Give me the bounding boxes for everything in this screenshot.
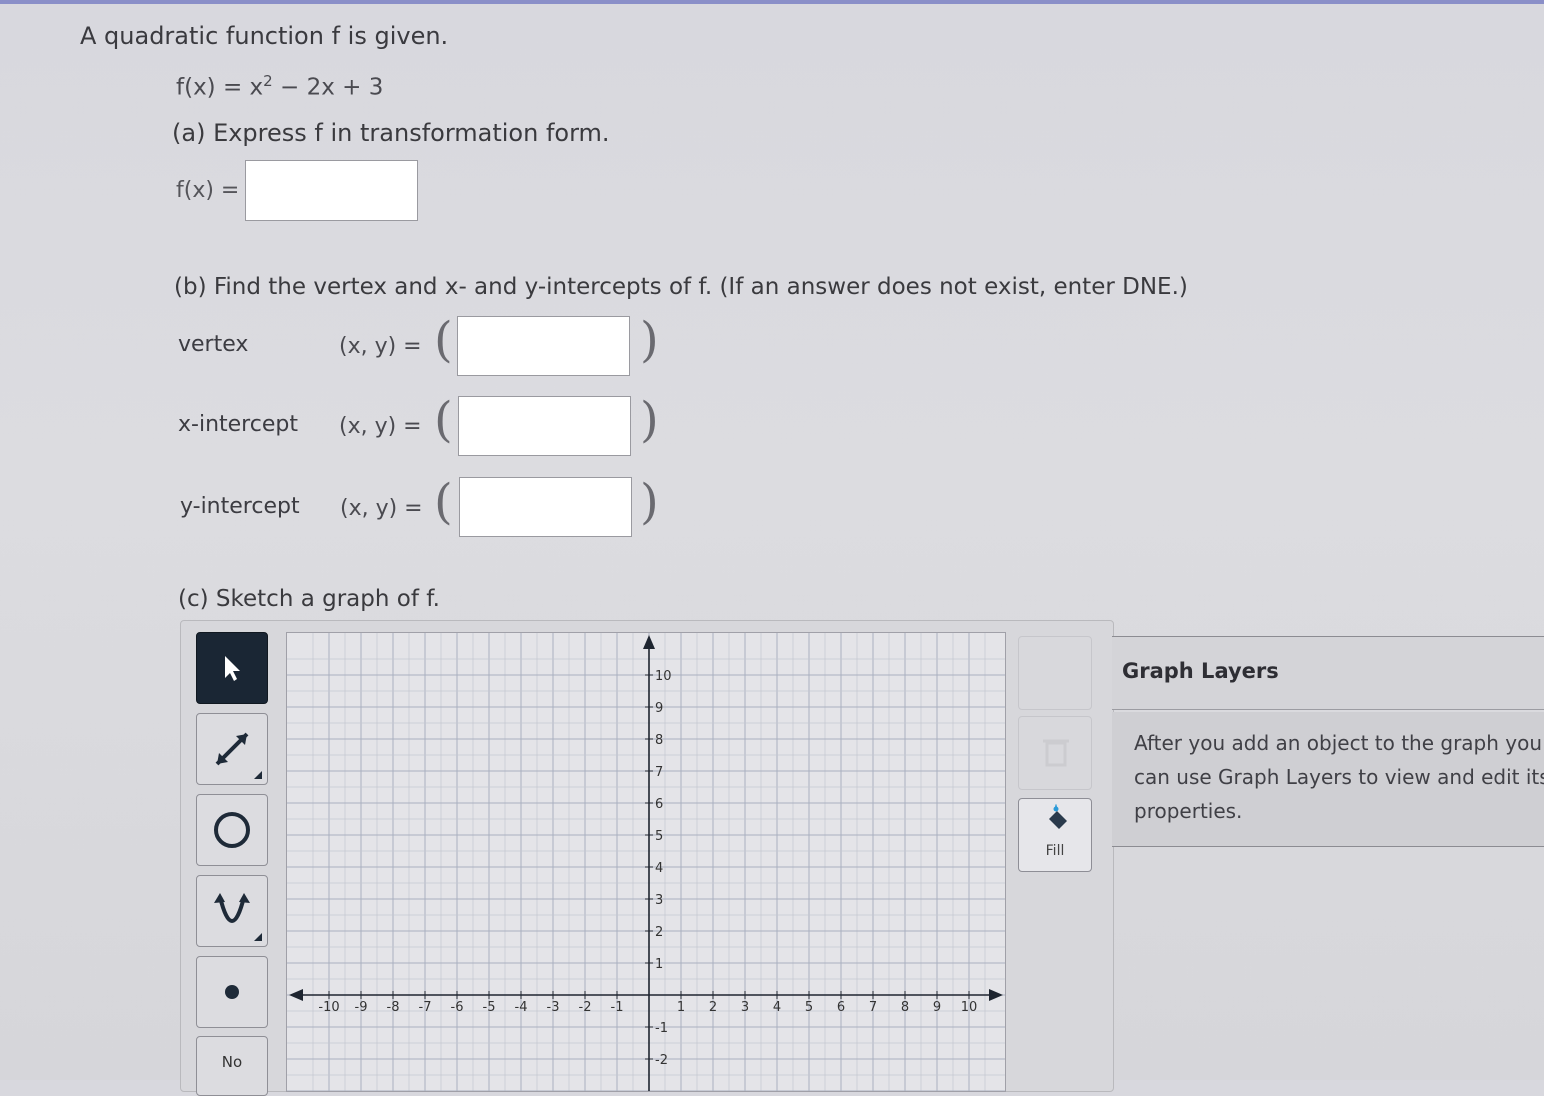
y-tick-label: 5: [655, 829, 663, 844]
y-axis-top-arrow: [643, 635, 655, 649]
x-tick-label: -6: [451, 1000, 464, 1015]
x-tick-label: 10: [961, 1000, 978, 1015]
x-tick-label: -2: [579, 1000, 592, 1015]
x-tick-label: -3: [547, 1000, 560, 1015]
x-tick-label: -7: [419, 1000, 432, 1015]
x-intercept-close-paren: ): [640, 392, 659, 448]
tool-options-corner-icon: [254, 933, 262, 941]
delete-button: [1018, 716, 1092, 790]
paint-bucket-icon: [1049, 804, 1067, 829]
y-tick-label: 6: [655, 797, 663, 812]
x-tick-label: 8: [901, 1000, 909, 1015]
x-tick-label: -9: [355, 1000, 368, 1015]
transformation-form-input[interactable]: [245, 160, 418, 221]
y-tick-label: 7: [655, 765, 663, 780]
arrow-pointer-icon: [225, 656, 240, 681]
function-definition: f(x) = x2 − 2x + 3: [176, 72, 383, 101]
x-intercept-input[interactable]: [458, 396, 631, 456]
graph-plot-area[interactable]: -10 -9 -8 -7 -6 -5 -4 -3 -2 -1 1 2 3 4 5 6 7 8 9 10 10 9 8 7 6 5 4…: [286, 632, 1006, 1092]
y-tick-label: 8: [655, 733, 663, 748]
x-tick-label: -8: [387, 1000, 400, 1015]
x-tick-label: -10: [318, 1000, 339, 1015]
fill-button[interactable]: Fill: [1018, 798, 1092, 872]
y-tick-label: 9: [655, 701, 663, 716]
graph-layers-panel: After you add an object to the graph you…: [1112, 712, 1544, 847]
vertex-xy-label: (x, y) =: [339, 334, 422, 359]
y-intercept-xy-label: (x, y) =: [340, 496, 423, 521]
part-a-label: f(x) =: [176, 178, 240, 203]
point-icon: [225, 985, 239, 999]
x-tick-label: 5: [805, 1000, 813, 1015]
circle-tool[interactable]: [196, 794, 268, 866]
no-solution-label: No: [221, 1053, 243, 1071]
x-tick-label: 3: [741, 1000, 749, 1015]
part-b-prompt: (b) Find the vertex and x- and y-interce…: [174, 274, 1188, 300]
y-tick-label: 3: [655, 893, 663, 908]
x-tick-label: 9: [933, 1000, 941, 1015]
no-solution-button[interactable]: No: [196, 1036, 268, 1096]
vertex-close-paren: ): [640, 312, 659, 368]
parabola-tool[interactable]: [196, 875, 268, 947]
y-tick-label: 1: [655, 957, 663, 972]
x-axis-right-arrow: [989, 989, 1003, 1001]
x-tick-label: 6: [837, 1000, 845, 1015]
fill-label: Fill: [1045, 843, 1065, 859]
parabola-icon: [214, 893, 250, 923]
y-intercept-close-paren: ): [640, 474, 659, 530]
x-tick-label: -5: [483, 1000, 496, 1015]
y-tick-label: 2: [655, 925, 663, 940]
question-intro: A quadratic function f is given.: [80, 22, 449, 50]
part-a-prompt: (a) Express f in transformation form.: [172, 119, 610, 147]
x-tick-label: 2: [709, 1000, 717, 1015]
y-intercept-input[interactable]: [459, 477, 632, 537]
top-accent-bar: [0, 0, 1544, 4]
x-tick-label: 1: [677, 1000, 685, 1015]
y-tick-label: -2: [655, 1053, 668, 1068]
point-tool[interactable]: [196, 956, 268, 1028]
part-c-prompt: (c) Sketch a graph of f.: [178, 586, 440, 612]
x-tick-label: -4: [515, 1000, 528, 1015]
x-intercept-open-paren: (: [434, 392, 453, 448]
x-tick-label: -1: [611, 1000, 624, 1015]
function-text: f(x) = x: [176, 74, 264, 101]
vertex-label: vertex: [178, 332, 249, 357]
double-arrow-line-icon: [215, 732, 249, 766]
x-intercept-xy-label: (x, y) =: [339, 414, 422, 439]
tool-options-corner-icon: [254, 771, 262, 779]
graph-layers-description: After you add an object to the graph you…: [1134, 731, 1544, 823]
x-axis-left-arrow: [289, 989, 303, 1001]
x-intercept-label: x-intercept: [178, 412, 298, 437]
y-tick-label: 10: [655, 669, 672, 684]
y-tick-label: 4: [655, 861, 663, 876]
x-tick-label: 4: [773, 1000, 781, 1015]
graph-layers-header[interactable]: Graph Layers: [1112, 636, 1544, 710]
select-arrow-tool[interactable]: [196, 632, 268, 704]
circle-icon: [214, 812, 250, 848]
vertex-open-paren: (: [434, 312, 453, 368]
y-tick-label: -1: [655, 1021, 668, 1036]
function-tail: − 2x + 3: [272, 74, 384, 101]
graph-layers-title: Graph Layers: [1122, 659, 1279, 683]
trash-icon: [1043, 739, 1069, 767]
coordinate-grid[interactable]: -10 -9 -8 -7 -6 -5 -4 -3 -2 -1 1 2 3 4 5 6 7 8 9 10 10 9 8 7 6 5 4…: [287, 633, 1005, 1092]
vertex-input[interactable]: [457, 316, 630, 376]
disabled-tool-button: [1018, 636, 1092, 710]
x-tick-label: 7: [869, 1000, 877, 1015]
line-tool[interactable]: [196, 713, 268, 785]
function-exponent: 2: [263, 72, 273, 90]
y-intercept-label: y-intercept: [180, 494, 300, 519]
y-intercept-open-paren: (: [434, 474, 453, 530]
